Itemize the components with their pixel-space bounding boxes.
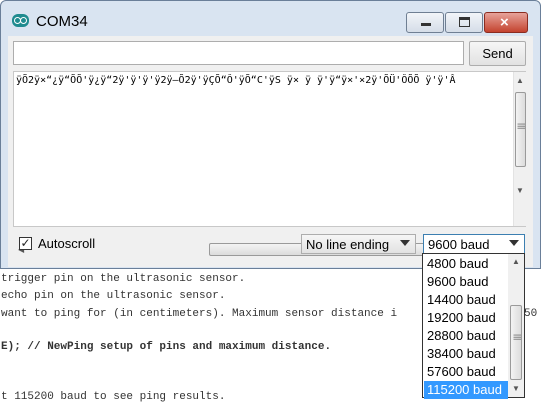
code-line: trigger pin on the ultrasonic sensor. xyxy=(1,273,246,285)
autoscroll-label: Autoscroll xyxy=(38,236,96,251)
vertical-scrollbar[interactable]: ▲ ||| ▼ xyxy=(513,72,526,226)
vertical-scroll-thumb[interactable]: ||| xyxy=(515,92,526,167)
serial-output[interactable]: ÿÕ2ÿ×“¿ÿ“ÕÕ'ÿ¿ÿ“2ÿ'ÿ'ÿ'ÿ2ÿ–Õ2ÿ'ÿÇÕ“Ô'ÿÕ“… xyxy=(13,71,526,258)
baud-option[interactable]: 57600 baud xyxy=(424,363,508,381)
chevron-down-icon xyxy=(509,240,519,246)
window-title: COM34 xyxy=(36,13,88,30)
maximize-icon xyxy=(459,17,470,27)
close-button[interactable]: × xyxy=(484,12,528,33)
code-line: E); // NewPing setup of pins and maximum… xyxy=(1,341,332,353)
scroll-up-icon[interactable]: ▲ xyxy=(512,257,520,266)
arduino-icon xyxy=(12,14,29,27)
send-button[interactable]: Send xyxy=(469,41,526,66)
baud-rate-select[interactable]: 9600 baud xyxy=(423,234,525,254)
chevron-down-icon xyxy=(400,240,410,246)
baud-option[interactable]: 28800 baud xyxy=(424,327,508,345)
grip-icon: ||| xyxy=(517,123,526,130)
baud-rate-value: 9600 baud xyxy=(428,237,490,252)
baud-option[interactable]: 38400 baud xyxy=(424,345,508,363)
code-line: want to ping for (in centimeters). Maxim… xyxy=(1,308,398,320)
send-input[interactable] xyxy=(13,41,464,65)
minimize-button[interactable] xyxy=(406,12,444,33)
scroll-up-icon[interactable]: ▲ xyxy=(516,76,524,85)
code-line: echo pin on the ultrasonic sensor. xyxy=(1,290,226,302)
baud-option[interactable]: 4800 baud xyxy=(424,255,508,273)
scroll-down-icon[interactable]: ▼ xyxy=(512,384,520,393)
serial-output-text: ÿÕ2ÿ×“¿ÿ“ÕÕ'ÿ¿ÿ“2ÿ'ÿ'ÿ'ÿ2ÿ–Õ2ÿ'ÿÇÕ“Ô'ÿÕ“… xyxy=(16,75,456,86)
line-ending-value: No line ending xyxy=(306,237,390,252)
dropdown-scrollbar[interactable]: ▲ ||| ▼ xyxy=(508,254,524,397)
title-bar[interactable]: COM34 × xyxy=(1,1,540,37)
serial-monitor-content: Send ÿÕ2ÿ×“¿ÿ“ÕÕ'ÿ¿ÿ“2ÿ'ÿ'ÿ'ÿ2ÿ–Õ2ÿ'ÿÇÕ“… xyxy=(8,36,533,267)
maximize-button[interactable] xyxy=(445,12,483,33)
baud-option-highlighted[interactable]: 115200 baud xyxy=(424,381,508,399)
code-line-fragment: 50 xyxy=(524,308,538,320)
serial-monitor-window: COM34 × Send ÿÕ2ÿ×“¿ÿ“ÕÕ'ÿ¿ÿ“2ÿ'ÿ'ÿ'ÿ2ÿ–… xyxy=(0,0,541,269)
close-icon: × xyxy=(500,14,509,31)
baud-rate-dropdown-list[interactable]: 4800 baud 9600 baud 14400 baud 19200 bau… xyxy=(422,253,525,399)
dropdown-scroll-thumb[interactable]: ||| xyxy=(510,305,522,380)
baud-option[interactable]: 9600 baud xyxy=(424,273,508,291)
grip-icon: ||| xyxy=(513,334,522,341)
code-line: t 115200 baud to see ping results. xyxy=(1,391,226,403)
baud-option[interactable]: 19200 baud xyxy=(424,309,508,327)
baud-option[interactable]: 14400 baud xyxy=(424,291,508,309)
scroll-down-icon[interactable]: ▼ xyxy=(516,186,524,195)
autoscroll-checkbox[interactable]: ✓ xyxy=(19,237,32,250)
line-ending-select[interactable]: No line ending xyxy=(301,234,416,254)
minimize-icon xyxy=(421,23,431,26)
